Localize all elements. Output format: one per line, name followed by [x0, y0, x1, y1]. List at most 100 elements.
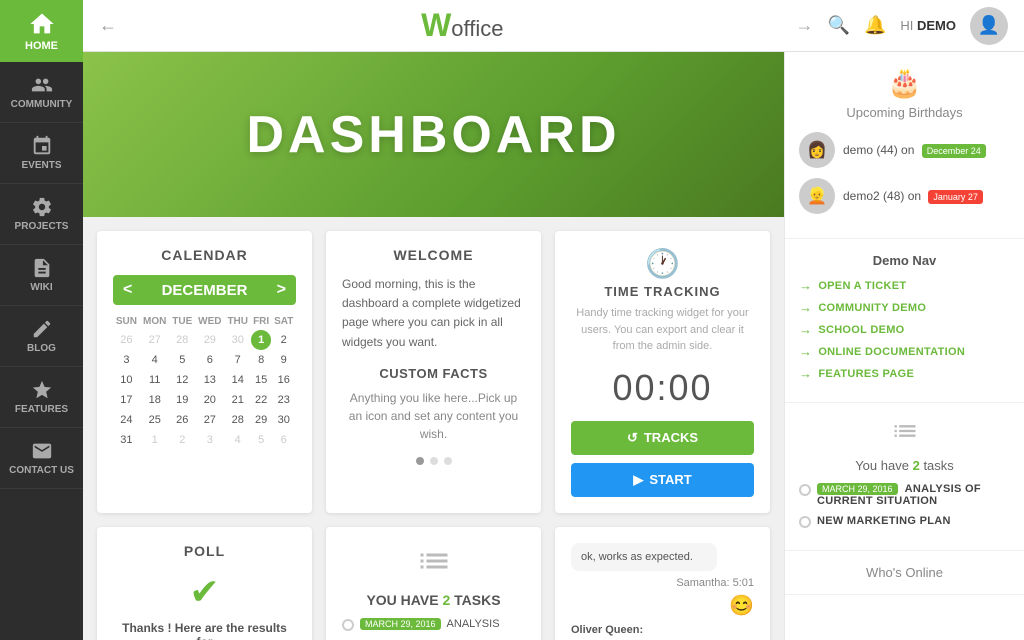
cal-dow-mon: MON — [140, 313, 170, 330]
cal-day[interactable]: 24 — [113, 410, 140, 430]
clock-icon: 🕐 — [571, 247, 754, 280]
cal-day[interactable]: 5 — [170, 350, 195, 370]
tracks-icon: ↺ — [627, 430, 638, 446]
bell-icon[interactable]: 🔔 — [864, 15, 886, 36]
widgets-grid: CALENDAR < DECEMBER > SUN MON TUE WED — [83, 217, 784, 640]
tracks-button[interactable]: ↺ TRACKS — [571, 421, 754, 455]
cal-day[interactable]: 18 — [140, 390, 170, 410]
sidebar-item-events[interactable]: EVENTS — [0, 123, 83, 184]
cal-day[interactable]: 23 — [271, 390, 296, 410]
cal-day[interactable]: 21 — [225, 390, 251, 410]
sidebar-home-item[interactable]: HOME — [0, 0, 83, 62]
rp-task-row-1: MARCH 29, 2016 ANALYSIS OF CURRENT SITUA… — [799, 483, 1010, 507]
cal-day[interactable]: 25 — [140, 410, 170, 430]
dot-3[interactable] — [444, 457, 452, 465]
cal-day[interactable]: 28 — [170, 330, 195, 350]
calendar-next[interactable]: > — [277, 281, 286, 299]
cal-day[interactable]: 29 — [251, 410, 272, 430]
cal-day[interactable]: 15 — [251, 370, 272, 390]
demo-nav-title: Demo Nav — [799, 253, 1010, 268]
nav-arrow-icon: → — [799, 300, 812, 315]
cal-day[interactable]: 5 — [251, 430, 272, 450]
cal-day[interactable]: 13 — [195, 370, 225, 390]
sidebar-item-features[interactable]: FEATURES — [0, 367, 83, 428]
nav-link-features[interactable]: → FEATURES PAGE — [799, 366, 1010, 381]
sidebar-features-label: FEATURES — [15, 404, 68, 415]
cal-day[interactable]: 28 — [225, 410, 251, 430]
sidebar-item-community[interactable]: COMMUNITY — [0, 62, 83, 123]
calendar-title: CALENDAR — [113, 247, 296, 263]
sidebar-item-blog[interactable]: BLOG — [0, 306, 83, 367]
chat-sender-name: Samantha: 5:01 — [571, 577, 754, 589]
cal-day[interactable]: 20 — [195, 390, 225, 410]
task-item-1: MARCH 29, 2016 ANALYSIS — [342, 618, 525, 631]
cal-day[interactable]: 7 — [225, 350, 251, 370]
you-have-tasks-widget: YOU HAVE 2 TASKS MARCH 29, 2016 ANALYSIS — [326, 527, 541, 640]
task-circle — [799, 484, 811, 496]
cal-day[interactable]: 6 — [195, 350, 225, 370]
rp-task-date: MARCH 29, 2016 — [817, 483, 898, 495]
cal-day[interactable]: 22 — [251, 390, 272, 410]
rp-task-text-2: NEW MARKETING PLAN — [817, 515, 951, 527]
cal-day[interactable]: 4 — [140, 350, 170, 370]
cal-day[interactable]: 12 — [170, 370, 195, 390]
back-button[interactable]: ← — [99, 15, 117, 36]
calendar-widget: CALENDAR < DECEMBER > SUN MON TUE WED — [97, 231, 312, 513]
cal-dow-sun: SUN — [113, 313, 140, 330]
nav-link-school[interactable]: → SCHOOL DEMO — [799, 322, 1010, 337]
cal-day[interactable]: 29 — [195, 330, 225, 350]
nav-arrow-icon: → — [799, 322, 812, 337]
birthday-avatar-2: 👱 — [799, 178, 835, 214]
cal-day[interactable]: 3 — [195, 430, 225, 450]
cal-day[interactable]: 8 — [251, 350, 272, 370]
cal-day[interactable]: 27 — [140, 330, 170, 350]
cal-day[interactable]: 3 — [113, 350, 140, 370]
cal-week-6: 31 1 2 3 4 5 6 — [113, 430, 296, 450]
sidebar-item-projects[interactable]: PROJECTS — [0, 184, 83, 245]
birthday-name-2: demo2 (48) — [843, 189, 904, 203]
task-date-badge: MARCH 29, 2016 — [360, 618, 441, 630]
poll-title: POLL — [113, 543, 296, 559]
cal-day[interactable]: 30 — [271, 410, 296, 430]
dot-indicators — [342, 457, 525, 465]
sidebar-item-contact[interactable]: CONTACT US — [0, 428, 83, 489]
sidebar-events-label: EVENTS — [21, 160, 61, 171]
cal-day[interactable]: 30 — [225, 330, 251, 350]
sidebar-contact-label: CONTACT US — [9, 465, 74, 476]
nav-link-docs[interactable]: → ONLINE DOCUMENTATION — [799, 344, 1010, 359]
cal-day[interactable]: 1 — [140, 430, 170, 450]
dot-2[interactable] — [430, 457, 438, 465]
user-avatar[interactable]: 👤 — [970, 7, 1008, 45]
cal-day[interactable]: 2 — [170, 430, 195, 450]
birthday-info-2: demo2 (48) on January 27 — [843, 189, 983, 204]
forward-icon[interactable]: → — [796, 15, 814, 36]
nav-link-ticket[interactable]: → OPEN A TICKET — [799, 278, 1010, 293]
cal-day[interactable]: 9 — [271, 350, 296, 370]
cal-day-today[interactable]: 1 — [251, 330, 272, 350]
cal-day[interactable]: 19 — [170, 390, 195, 410]
cal-day[interactable]: 10 — [113, 370, 140, 390]
cal-day[interactable]: 11 — [140, 370, 170, 390]
cal-day[interactable]: 26 — [170, 410, 195, 430]
search-icon[interactable]: 🔍 — [828, 15, 850, 36]
cal-day[interactable]: 16 — [271, 370, 296, 390]
calendar-prev[interactable]: < — [123, 281, 132, 299]
start-button[interactable]: ▶ START — [571, 463, 754, 497]
nav-link-community[interactable]: → COMMUNITY DEMO — [799, 300, 1010, 315]
cal-day[interactable]: 31 — [113, 430, 140, 450]
cal-day[interactable]: 14 — [225, 370, 251, 390]
birthdays-title: Upcoming Birthdays — [799, 105, 1010, 120]
cal-day[interactable]: 4 — [225, 430, 251, 450]
cal-day[interactable]: 27 — [195, 410, 225, 430]
calendar-header: < DECEMBER > — [113, 275, 296, 305]
dot-1[interactable] — [416, 457, 424, 465]
cal-day[interactable]: 26 — [113, 330, 140, 350]
cal-day[interactable]: 2 — [271, 330, 296, 350]
cal-day[interactable]: 6 — [271, 430, 296, 450]
contact-icon — [31, 440, 53, 462]
nav-link-label: SCHOOL DEMO — [818, 324, 904, 336]
cal-day[interactable]: 17 — [113, 390, 140, 410]
sidebar-item-wiki[interactable]: WIKI — [0, 245, 83, 306]
content-row: DASHBOARD CALENDAR < DECEMBER > SUN — [83, 52, 1024, 640]
welcome-title: WELCOME — [342, 247, 525, 263]
